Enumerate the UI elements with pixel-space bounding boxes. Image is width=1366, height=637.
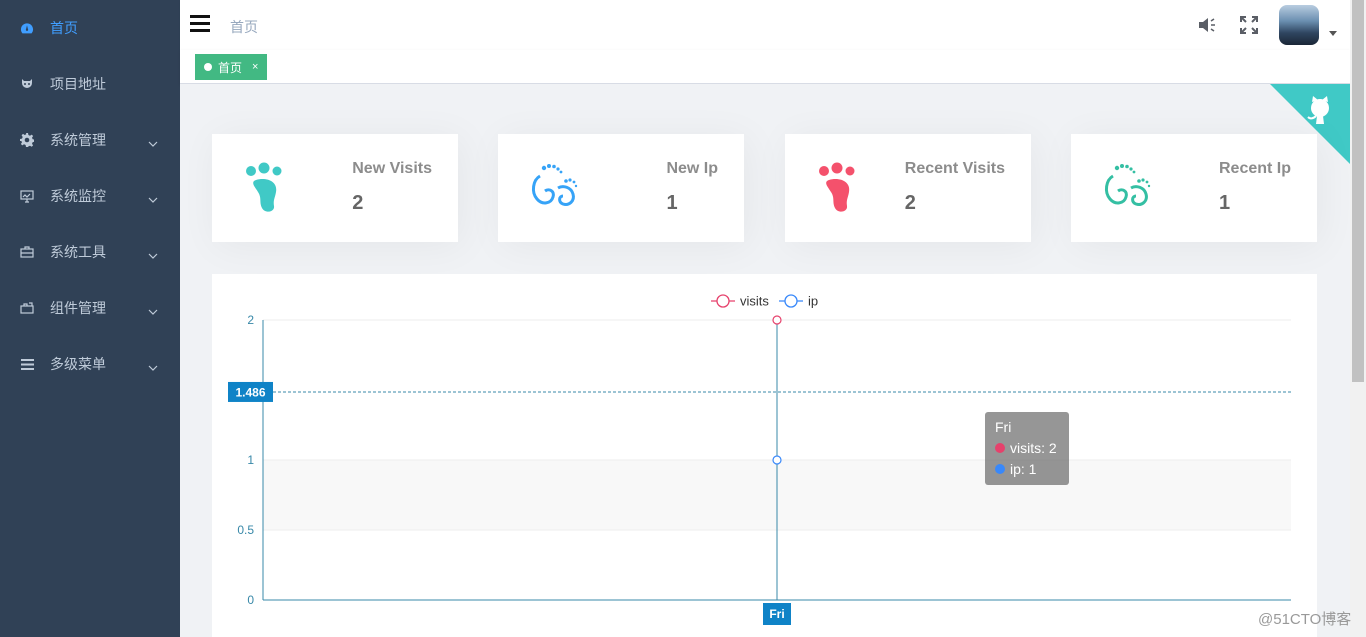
- tooltip-marker: [995, 464, 1005, 474]
- tooltip-row: ip: 1: [1010, 461, 1037, 477]
- chevron-down-icon: [148, 190, 158, 206]
- chevron-down-icon: [148, 134, 158, 150]
- stat-card-value: 1: [666, 192, 678, 214]
- sidebar: 首页项目地址系统管理系统监控系统工具组件管理多级菜单: [0, 0, 180, 637]
- sidebar-item-label: 多级菜单: [50, 356, 106, 372]
- gear-icon: [20, 133, 34, 147]
- stat-card-value: 2: [352, 192, 364, 214]
- sidebar-item-2[interactable]: 系统管理: [0, 112, 180, 168]
- y-tick-label: 2: [247, 313, 254, 327]
- sidebar-item-label: 项目地址: [50, 76, 106, 92]
- tooltip-marker: [995, 443, 1005, 453]
- line-chart[interactable]: 0 0.5 1 2 1.486 Fri visits ip Fri visits: 2 ip: 1: [212, 274, 1317, 637]
- tooltip-row: visits: 2: [1010, 440, 1057, 456]
- stat-card-1[interactable]: New Ip 1: [498, 134, 744, 242]
- data-point-ip[interactable]: [772, 455, 782, 465]
- tooltip-title: Fri: [995, 419, 1011, 435]
- stat-card-2[interactable]: Recent Visits 2: [785, 134, 1031, 242]
- stat-card-text: Recent Visits 2: [905, 160, 1005, 215]
- page-scrollbar[interactable]: [1350, 0, 1366, 637]
- speaker-icon[interactable]: [1197, 15, 1217, 35]
- stat-card-text: New Ip 1: [666, 160, 718, 215]
- crosshair-y-label: 1.486: [235, 385, 265, 399]
- y-tick-label: 1: [247, 453, 254, 467]
- chevron-down-icon: [148, 358, 158, 374]
- sidebar-item-5[interactable]: 组件管理: [0, 280, 180, 336]
- main-content: New Visits 2 New Ip 1 Recent Visits 2 Recent I…: [180, 84, 1350, 637]
- github-icon: [20, 77, 34, 91]
- avatar[interactable]: [1279, 5, 1319, 45]
- tags-view: 首页 ×: [180, 50, 1350, 84]
- dashboard-icon: [20, 21, 34, 35]
- sidebar-item-label: 系统工具: [50, 244, 106, 260]
- close-icon[interactable]: ×: [252, 61, 258, 73]
- legend-swatch-marker[interactable]: [716, 294, 730, 308]
- legend-swatch-marker[interactable]: [784, 294, 798, 308]
- component-icon: [20, 301, 34, 315]
- stat-card-value: 1: [1218, 192, 1231, 214]
- sidebar-item-label: 系统监控: [50, 188, 106, 204]
- stat-card-title: New Visits: [352, 160, 432, 177]
- stat-card-title: New Ip: [666, 160, 718, 177]
- sidebar-item-label: 首页: [50, 20, 78, 36]
- sidebar-item-6[interactable]: 多级菜单: [0, 336, 180, 392]
- y-tick-label: 0: [247, 593, 254, 607]
- sidebar-item-1[interactable]: 项目地址: [0, 56, 180, 112]
- sidebar-item-label: 系统管理: [50, 132, 106, 148]
- line-chart-panel: 0 0.5 1 2 1.486 Fri visits ip Fri visits: 2 ip: 1: [212, 274, 1317, 637]
- sidebar-item-3[interactable]: 系统监控: [0, 168, 180, 224]
- data-point-visits[interactable]: [772, 315, 782, 325]
- hamburger-menu-icon[interactable]: [190, 15, 210, 33]
- tag-label: 首页: [218, 60, 243, 75]
- monitor-icon: [20, 189, 34, 203]
- caret-down-icon[interactable]: [1329, 31, 1337, 36]
- stat-card-0[interactable]: New Visits 2: [212, 134, 458, 242]
- toolbox-icon: [20, 245, 34, 259]
- y-tick-label: 0.5: [237, 523, 254, 537]
- legend-label: visits: [740, 294, 769, 309]
- active-dot-icon: [204, 63, 212, 71]
- stat-card-3[interactable]: Recent Ip 1: [1071, 134, 1317, 242]
- footprint-icon: [242, 162, 294, 214]
- legend-label: ip: [808, 294, 818, 309]
- scrollbar-thumb[interactable]: [1352, 0, 1364, 382]
- sidebar-item-label: 组件管理: [50, 300, 106, 316]
- chevron-down-icon: [148, 302, 158, 318]
- menu-icon: [20, 357, 34, 371]
- footprint-icon: [815, 162, 867, 214]
- breadcrumb[interactable]: 首页: [230, 17, 258, 37]
- fullscreen-icon[interactable]: [1239, 15, 1259, 35]
- navbar: 首页: [180, 0, 1350, 50]
- baby-feet-icon: [528, 162, 580, 214]
- sidebar-item-4[interactable]: 系统工具: [0, 224, 180, 280]
- watermark: @51CTO博客: [1258, 611, 1352, 628]
- stat-card-title: Recent Visits: [904, 160, 1005, 177]
- stat-card-text: Recent Ip 1: [1219, 160, 1291, 215]
- tag-home[interactable]: 首页 ×: [195, 54, 268, 80]
- baby-feet-icon: [1101, 162, 1153, 214]
- chevron-down-icon: [148, 246, 158, 262]
- x-tick-label: Fri: [769, 607, 784, 621]
- stat-card-value: 2: [904, 192, 916, 214]
- sidebar-item-0[interactable]: 首页: [0, 0, 180, 56]
- stat-card-text: New Visits 2: [352, 160, 432, 215]
- stat-card-title: Recent Ip: [1218, 160, 1291, 177]
